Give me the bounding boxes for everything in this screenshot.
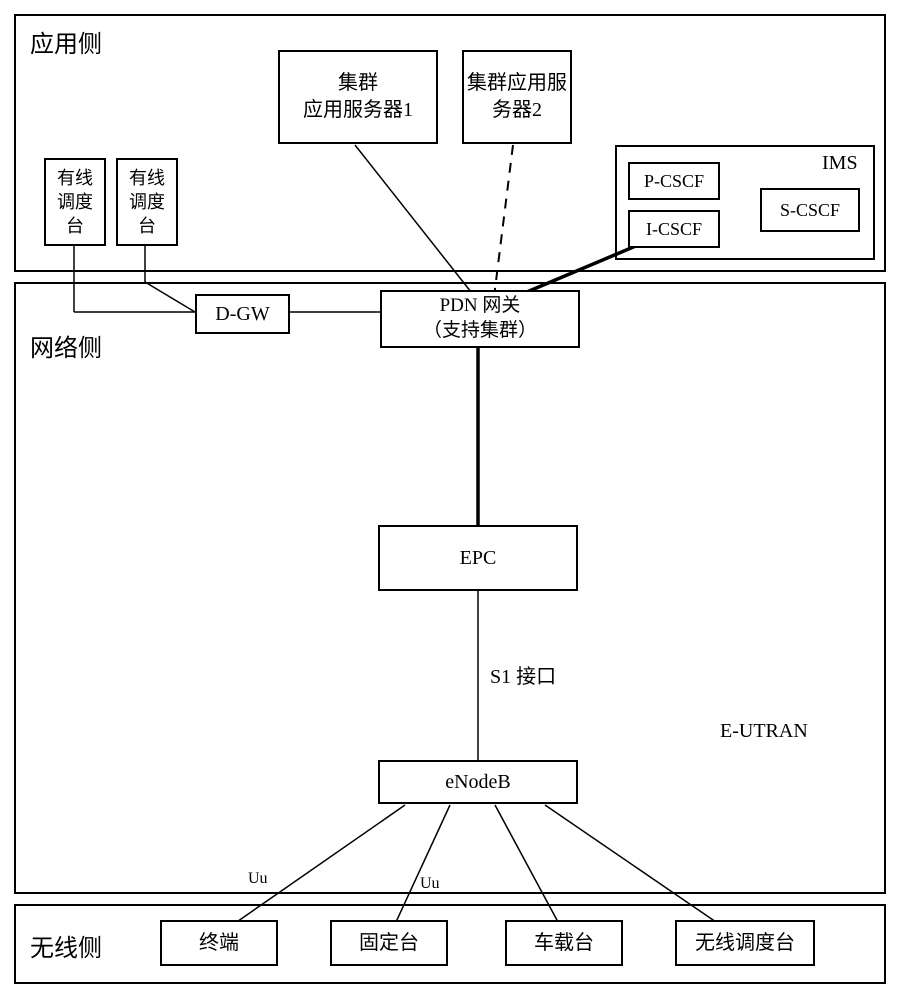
node-cluster-server-2: 集群应用服 务器2 [462, 50, 572, 144]
node-s-cscf: S-CSCF [760, 188, 860, 232]
label-uu-2: Uu [420, 875, 440, 893]
node-d-gw: D-GW [195, 294, 290, 334]
node-terminal: 终端 [160, 920, 278, 966]
node-dispatch-2: 有线 调度 台 [116, 158, 178, 246]
node-vehicle-station: 车载台 [505, 920, 623, 966]
node-cluster-server-1: 集群 应用服务器1 [278, 50, 438, 144]
region-label-net: 网络侧 [30, 328, 102, 363]
node-fixed-station: 固定台 [330, 920, 448, 966]
node-wireless-dispatch: 无线调度台 [675, 920, 815, 966]
node-dispatch-1: 有线 调度 台 [44, 158, 106, 246]
node-enodeb: eNodeB [378, 760, 578, 804]
label-ims: IMS [822, 152, 858, 175]
label-s1-interface: S1 接口 [490, 660, 556, 689]
label-uu-1: Uu [248, 870, 268, 888]
region-label-wireless: 无线侧 [30, 928, 102, 963]
region-label-app: 应用侧 [30, 24, 102, 59]
node-i-cscf: I-CSCF [628, 210, 720, 248]
node-epc: EPC [378, 525, 578, 591]
label-e-utran: E-UTRAN [720, 720, 808, 743]
node-pdn-gateway: PDN 网关 （支持集群） [380, 290, 580, 348]
node-p-cscf: P-CSCF [628, 162, 720, 200]
